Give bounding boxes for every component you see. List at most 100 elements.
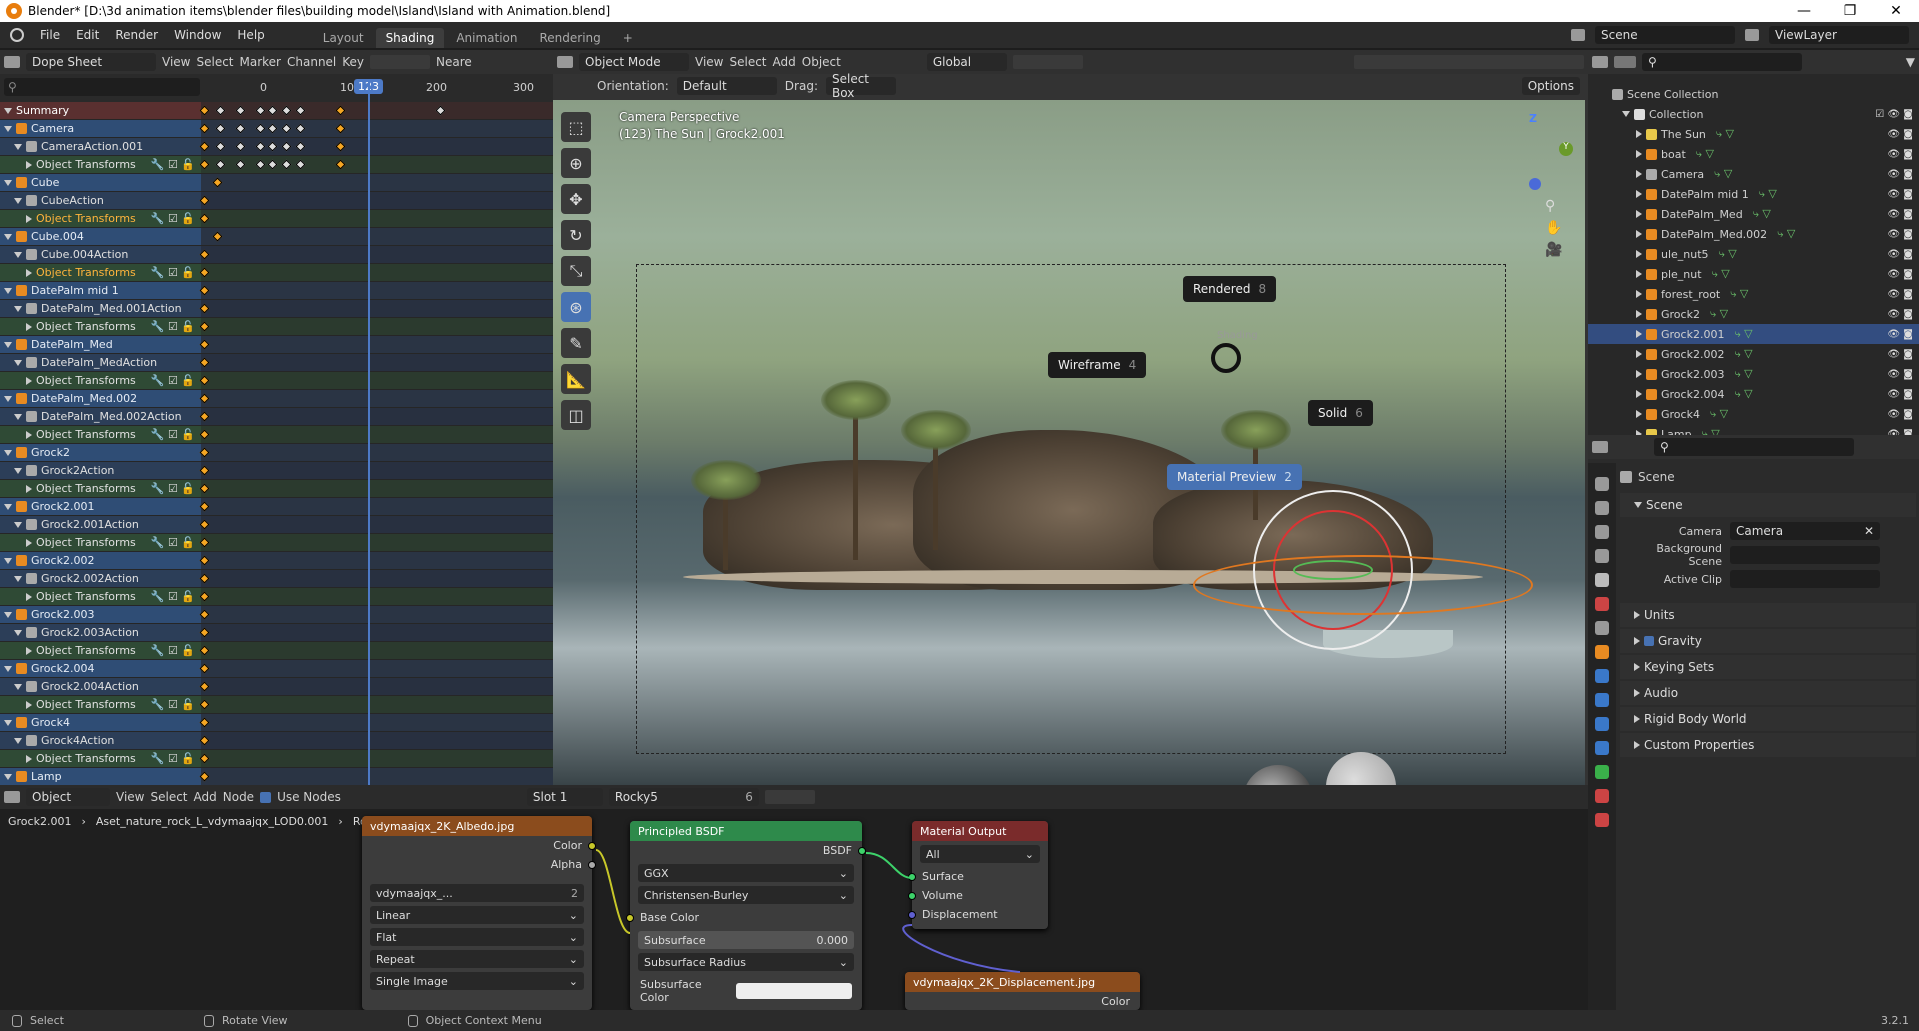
keyframe[interactable]: [199, 339, 210, 350]
channel-toggles[interactable]: 🔧 ☑ 🔓: [151, 266, 201, 279]
viewport-menu-object[interactable]: Object: [802, 55, 841, 69]
editor-type-icon[interactable]: [1592, 441, 1608, 453]
keyframe-row[interactable]: [199, 768, 553, 785]
channel-row[interactable]: Object Transforms 🔧 ☑ 🔓: [0, 534, 201, 552]
expand-icon[interactable]: [4, 503, 12, 510]
keyframe-row[interactable]: [199, 426, 553, 444]
visibility-toggles[interactable]: 👁 ◙: [1887, 189, 1913, 200]
channel-toggles[interactable]: 🔧 ☑ 🔓: [151, 536, 201, 549]
channel-search-input[interactable]: ⚲: [4, 78, 200, 96]
node-menu-add[interactable]: Add: [194, 790, 217, 804]
keyframe[interactable]: [199, 393, 210, 404]
keyframe[interactable]: [215, 123, 226, 134]
scene-tab-icon[interactable]: [1595, 573, 1609, 587]
modifier-data-icon[interactable]: ⤷ ▽: [1734, 327, 1752, 341]
filter-icons[interactable]: [370, 55, 431, 69]
keyframe[interactable]: [255, 105, 266, 116]
keyframe-row[interactable]: [199, 462, 553, 480]
pie-option-material-preview[interactable]: Material Preview 2: [1167, 464, 1302, 490]
expand-icon[interactable]: [4, 719, 12, 726]
active-clip-field[interactable]: [1730, 570, 1880, 588]
channel-row[interactable]: Grock2Action: [0, 462, 201, 480]
blender-menu-icon[interactable]: [10, 28, 24, 42]
editor-type-icon[interactable]: [1592, 56, 1608, 68]
zoom-icon[interactable]: ⚲: [1545, 198, 1569, 214]
channel-row[interactable]: DatePalm_Med.002: [0, 390, 201, 408]
expand-icon[interactable]: [26, 538, 32, 547]
expand-icon[interactable]: [14, 629, 22, 636]
output-tab-icon[interactable]: [1595, 525, 1609, 539]
keyframe[interactable]: [199, 609, 210, 620]
orientation-select[interactable]: Default: [676, 77, 777, 95]
keyframe[interactable]: [199, 735, 210, 746]
outliner-item[interactable]: ule_nut5 ⤷ ▽ 👁 ◙: [1588, 244, 1919, 264]
keyframe[interactable]: [435, 105, 446, 116]
pie-option-solid[interactable]: Solid 6: [1308, 400, 1373, 426]
channel-toggles[interactable]: 🔧 ☑ 🔓: [151, 320, 201, 333]
menu-file[interactable]: File: [32, 28, 68, 42]
outliner-item[interactable]: The Sun ⤷ ▽ 👁 ◙: [1588, 124, 1919, 144]
physics-tab-icon[interactable]: [1595, 717, 1609, 731]
keyframe[interactable]: [199, 375, 210, 386]
keyframe[interactable]: [199, 717, 210, 728]
panel-gravity[interactable]: Gravity: [1620, 629, 1916, 653]
keyframe[interactable]: [199, 249, 210, 260]
dope-menu-marker[interactable]: Marker: [240, 55, 281, 69]
keyframe-row[interactable]: [199, 732, 553, 750]
panel-audio[interactable]: Audio: [1620, 681, 1916, 705]
overlay-shading-icons[interactable]: [1354, 55, 1584, 69]
subsurface-slider[interactable]: Subsurface 0.000: [638, 931, 854, 949]
minimize-button[interactable]: —: [1781, 3, 1827, 19]
gizmo-axis-y[interactable]: Y: [1559, 142, 1573, 156]
material-output-node[interactable]: Material Output All ⌄ Surface Volume Disp…: [908, 821, 1048, 929]
expand-icon[interactable]: [1636, 350, 1642, 358]
node-menu-node[interactable]: Node: [223, 790, 254, 804]
visibility-toggles[interactable]: 👁 ◙: [1887, 129, 1913, 140]
material-tab-icon[interactable]: [1595, 789, 1609, 803]
keyframe-row[interactable]: [199, 624, 553, 642]
keyframe-row[interactable]: [199, 570, 553, 588]
keyframe[interactable]: [281, 141, 292, 152]
expand-icon[interactable]: [1636, 410, 1642, 418]
channel-toggles[interactable]: 🔧 ☑ 🔓: [151, 590, 201, 603]
transform-tool-icon[interactable]: ⊛: [561, 292, 591, 322]
outliner-item[interactable]: Grock2.001 ⤷ ▽ 👁 ◙: [1588, 324, 1919, 344]
expand-icon[interactable]: [1636, 150, 1642, 158]
node-header[interactable]: Principled BSDF: [630, 821, 862, 841]
expand-icon[interactable]: [26, 322, 32, 331]
viewport-menu-select[interactable]: Select: [729, 55, 766, 69]
channel-row[interactable]: Object Transforms 🔧 ☑ 🔓: [0, 426, 201, 444]
snap-select[interactable]: Neare: [436, 55, 472, 69]
keyframe[interactable]: [212, 231, 223, 242]
channel-row[interactable]: Object Transforms 🔧 ☑ 🔓: [0, 480, 201, 498]
expand-icon[interactable]: [4, 107, 12, 114]
visibility-toggles[interactable]: ☑ 👁 ◙: [1875, 109, 1913, 120]
menu-edit[interactable]: Edit: [68, 28, 107, 42]
keyframe[interactable]: [199, 105, 210, 116]
expand-icon[interactable]: [1636, 210, 1642, 218]
outliner-item[interactable]: Camera ⤷ ▽ 👁 ◙: [1588, 164, 1919, 184]
visibility-toggles[interactable]: 👁 ◙: [1887, 229, 1913, 240]
expand-icon[interactable]: [1636, 170, 1642, 178]
panel-custom-properties[interactable]: Custom Properties: [1620, 733, 1916, 757]
keyframe[interactable]: [199, 519, 210, 530]
channel-row[interactable]: Grock4Action: [0, 732, 201, 750]
keyframe[interactable]: [199, 573, 210, 584]
transform-orientation-select[interactable]: Global: [926, 53, 1007, 71]
channel-toggles[interactable]: 🔧 ☑ 🔓: [151, 482, 201, 495]
outliner-item[interactable]: DatePalm mid 1 ⤷ ▽ 👁 ◙: [1588, 184, 1919, 204]
outliner-item[interactable]: forest_root ⤷ ▽ 👁 ◙: [1588, 284, 1919, 304]
channel-row[interactable]: Summary: [0, 102, 201, 120]
world-tab-icon[interactable]: [1595, 597, 1609, 611]
keyframe[interactable]: [267, 105, 278, 116]
channel-toggles[interactable]: 🔧 ☑ 🔓: [151, 428, 201, 441]
channel-row[interactable]: Cube.004: [0, 228, 201, 246]
visibility-toggles[interactable]: 👁 ◙: [1887, 349, 1913, 360]
modifier-data-icon[interactable]: ⤷ ▽: [1730, 287, 1748, 301]
keyframe-row[interactable]: [199, 606, 553, 624]
keyframe[interactable]: [199, 555, 210, 566]
panel-keying-sets[interactable]: Keying Sets: [1620, 655, 1916, 679]
outliner-item[interactable]: ple_nut ⤷ ▽ 👁 ◙: [1588, 264, 1919, 284]
keyframe[interactable]: [199, 213, 210, 224]
source-select[interactable]: Single Image ⌄: [370, 972, 584, 990]
